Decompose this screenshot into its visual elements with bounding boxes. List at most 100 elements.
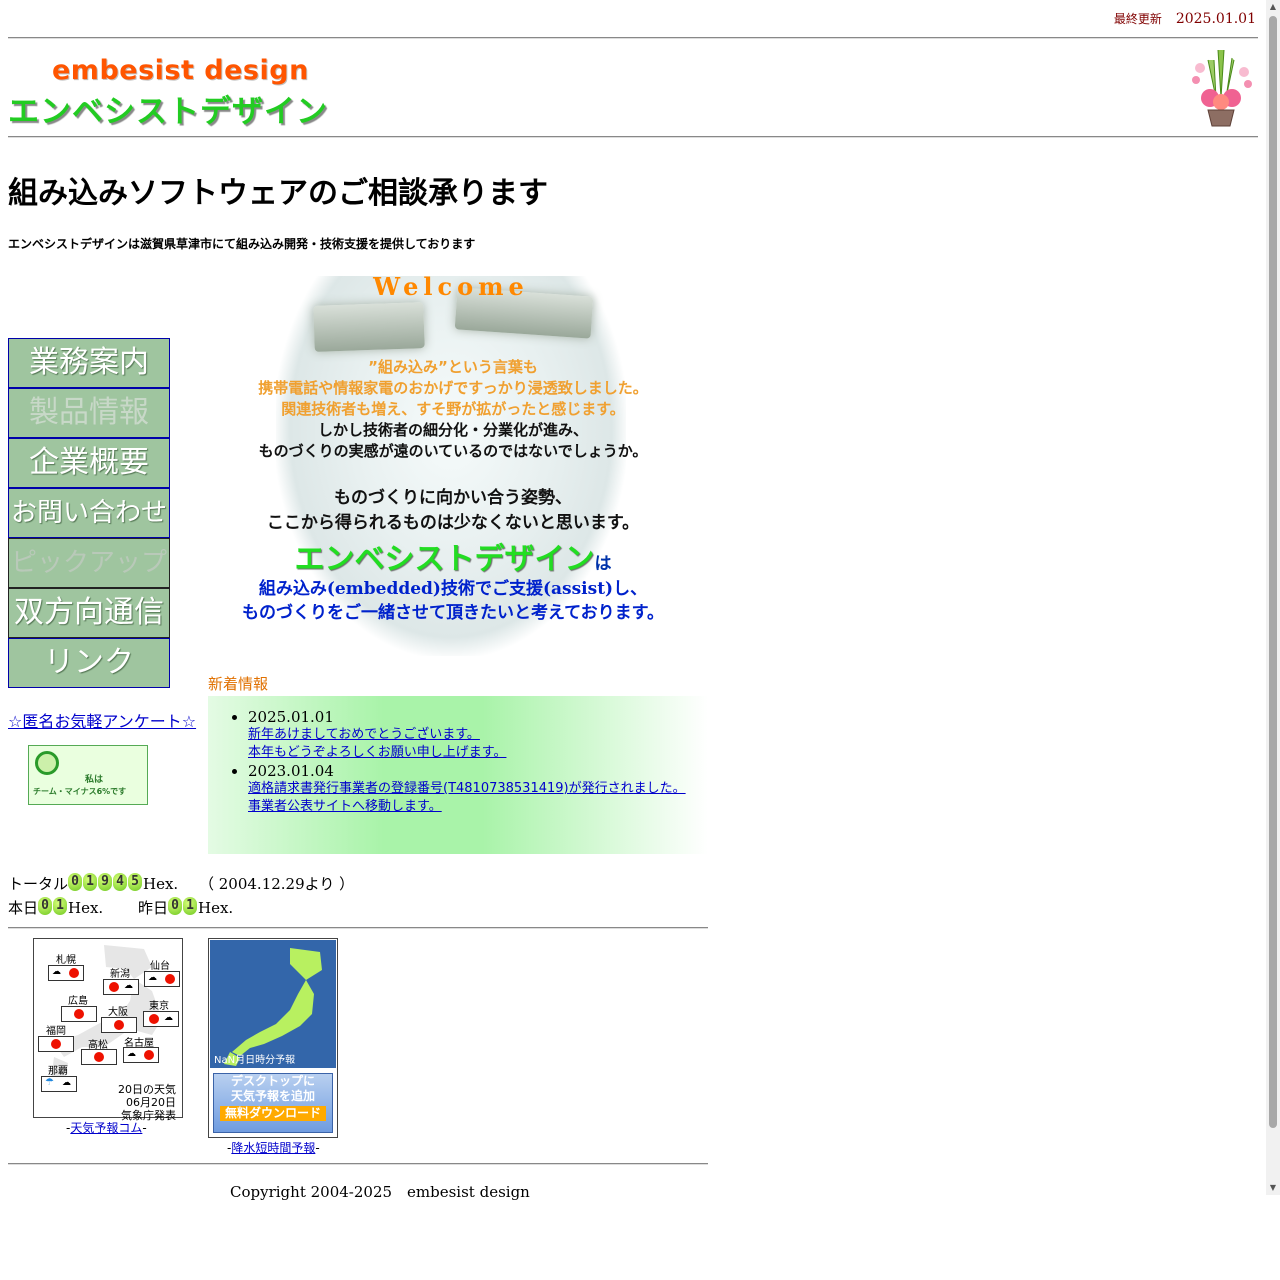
hero-line-8: 組み込み(embedded)技術でご支援(assist)し、 <box>258 579 648 599</box>
hero-brand: エンベシストデザイン <box>294 542 595 577</box>
vertical-scrollbar[interactable]: ▲ ▼ <box>1266 0 1280 1195</box>
news-link[interactable]: 新年あけましておめでとうございます。 <box>248 726 686 744</box>
logo-english: embesist design <box>52 55 309 86</box>
news-list: 2025.01.01 新年あけましておめでとうございます。 本年もどうぞよろしく… <box>248 708 686 816</box>
city-label: 福岡 <box>46 1026 66 1037</box>
weather-download-button[interactable]: デスクトップに 天気予報を追加 無料ダウンロード <box>213 1073 333 1133</box>
download-free-label: 無料ダウンロード <box>220 1106 326 1121</box>
counter-digit: 4 <box>113 873 128 891</box>
download-line-1: デスクトップに <box>230 1074 315 1088</box>
weather-cell <box>38 1036 74 1052</box>
scroll-down-arrow-icon[interactable]: ▼ <box>1266 1181 1280 1195</box>
main-navigation: 業務案内 製品情報 企業概要 お問い合わせ ピックアップ 双方向通信 リンク <box>8 338 170 688</box>
yesterday-label: 昨日 <box>137 899 168 917</box>
counter-digit: 9 <box>98 873 113 891</box>
today-label: 本日 <box>8 899 39 917</box>
weather-cell <box>81 1049 117 1065</box>
forecast-day: 20日の天気 <box>118 1083 176 1096</box>
weather-cell: ☁ <box>48 965 84 981</box>
counter-divider <box>8 927 708 929</box>
nav-links[interactable]: リンク <box>8 638 170 688</box>
badge-line-1: 私は <box>85 775 104 785</box>
nav-pickup[interactable]: ピックアップ <box>8 538 170 588</box>
weather-forecast-map[interactable]: 札幌 ☁ 新潟 ☁ 仙台 ☁ 広島 大阪 東京 ☁ 福岡 高松 名古屋 ☁ 那覇… <box>33 938 183 1122</box>
team-minus6-badge[interactable]: 私は チーム・マイナス6%です <box>28 745 148 805</box>
survey-link[interactable]: ☆匿名お気軽アンケート☆ <box>8 708 196 732</box>
cloud-icon: ☁ <box>127 1049 136 1059</box>
forecast-date: 20日の天気 06月20日気象庁発表 <box>116 1083 176 1122</box>
hex-label: Hex. <box>143 875 179 893</box>
counter-digit: 0 <box>168 897 182 915</box>
hero-line-7: ここから得られるものは少なくないと思います。 <box>266 513 640 533</box>
download-line-2: 天気予報を追加 <box>230 1089 315 1103</box>
counter-digit: 0 <box>68 873 83 891</box>
rain-caption: -降水短時間予報- <box>227 1139 320 1156</box>
last-updated-date: 2025.01.01 <box>1175 11 1256 27</box>
nav-contact[interactable]: お問い合わせ <box>8 488 170 538</box>
rain-map: NaN月日時分予報 <box>210 940 336 1068</box>
caption-dash: - <box>315 1141 320 1155</box>
hero-brand-line: エンベシストデザインは <box>208 534 698 578</box>
news-title: 新着情報 <box>208 675 269 693</box>
header-divider <box>8 136 1258 138</box>
news-link[interactable]: 適格請求書発行事業者の登録番号(T4810738531419)が発行されました。 <box>248 780 686 798</box>
chip-image <box>313 302 425 352</box>
cloud-icon: ☁ <box>62 1078 71 1088</box>
news-link[interactable]: 本年もどうぞよろしくお願い申し上げます。 <box>248 744 686 762</box>
hero-line-3: 関連技術者も増え、すそ野が拡がったと感じます。 <box>281 400 625 418</box>
news-link[interactable]: 事業者公表サイトへ移動します。 <box>248 798 686 816</box>
hero-line-6: ものづくりに向かい合う姿勢、 <box>334 488 572 508</box>
page-headline: 組み込みソフトウェアのご相談承ります <box>8 176 548 211</box>
logo-japanese: エンベシストデザイン <box>8 94 328 130</box>
counter-digit: 1 <box>183 897 197 915</box>
hero-line-5: ものづくりの実感が遠のいているのではないでしょうか。 <box>258 442 648 460</box>
hero-brand-suffix: は <box>594 554 612 574</box>
counter-digit: 0 <box>38 897 53 915</box>
rain-forecast-box[interactable]: NaN月日時分予報 デスクトップに 天気予報を追加 無料ダウンロード <box>208 938 338 1138</box>
city-label: 大阪 <box>108 1007 128 1018</box>
nav-business-info[interactable]: 業務案内 <box>8 338 170 388</box>
sun-icon <box>69 968 79 978</box>
sun-icon <box>74 1009 84 1019</box>
total-label: トータル <box>8 875 69 893</box>
nav-interactive[interactable]: 双方向通信 <box>8 588 170 638</box>
globe-icon <box>35 751 59 775</box>
japan-map-icon <box>224 948 322 1066</box>
city-label: 仙台 <box>150 961 170 972</box>
city-label: 札幌 <box>56 955 76 966</box>
news-date: 2025.01.01 <box>248 708 334 726</box>
city-label: 東京 <box>149 1001 169 1012</box>
weather-cell <box>101 1017 137 1033</box>
weather-cell <box>61 1006 97 1022</box>
weather-cell: ☁ <box>143 1011 179 1027</box>
top-divider <box>8 37 1258 39</box>
counter-digit: 1 <box>53 897 68 915</box>
caption-dash: - <box>142 1121 147 1135</box>
hero-line-9: ものづくりをご一緒させて頂きたいと考えております。 <box>242 603 664 623</box>
scrollbar-thumb[interactable] <box>1269 16 1277 1128</box>
last-updated-label: 最終更新 <box>1113 12 1162 26</box>
hero-line-1: ”組み込み”という言葉も <box>368 358 538 376</box>
nav-company-overview[interactable]: 企業概要 <box>8 438 170 488</box>
counter-digit: 5 <box>128 873 143 891</box>
sun-icon <box>144 1050 154 1060</box>
rain-site-link[interactable]: 降水短時間予報 <box>231 1141 315 1155</box>
rain-icon: ☂ <box>45 1077 54 1088</box>
weather-caption: -天気予報コム- <box>66 1119 147 1136</box>
sun-icon <box>109 982 119 992</box>
nav-product-info[interactable]: 製品情報 <box>8 388 170 438</box>
news-box: 2025.01.01 新年あけましておめでとうございます。 本年もどうぞよろしく… <box>208 696 708 854</box>
scroll-up-arrow-icon[interactable]: ▲ <box>1266 0 1280 14</box>
page-subline: エンベシストデザインは滋賀県草津市にて組み込み開発・技術支援を提供しております <box>8 237 476 251</box>
kadomatsu-icon <box>1188 46 1256 128</box>
hex-label: Hex. <box>198 899 234 917</box>
cloud-icon: ☁ <box>148 973 157 983</box>
weather-site-link[interactable]: 天気予報コム <box>70 1121 142 1135</box>
last-updated: 最終更新 2025.01.01 <box>1114 10 1256 27</box>
news-item: 2025.01.01 新年あけましておめでとうございます。 本年もどうぞよろしく… <box>248 708 686 762</box>
total-counter: トータル 0 1 9 4 5 Hex. （ 2004.12.29より ） <box>8 873 354 894</box>
cloud-icon: ☁ <box>52 967 61 977</box>
sun-icon <box>94 1052 104 1062</box>
weather-cell: ☁ <box>103 979 139 995</box>
news-date: 2023.01.04 <box>248 762 334 780</box>
